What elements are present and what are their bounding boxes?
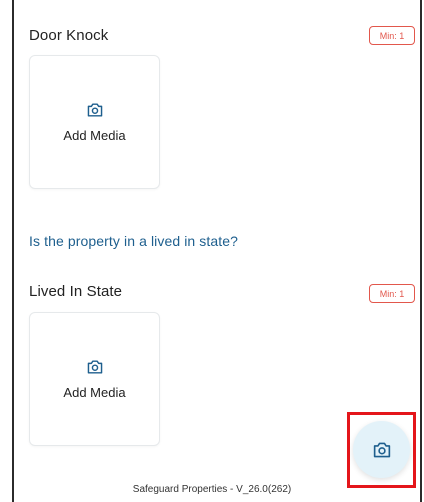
min-badge-door-knock: Min: 1 <box>369 26 415 45</box>
question-lived-in-state: Is the property in a lived in state? <box>29 233 239 249</box>
camera-fab-button[interactable] <box>353 421 410 478</box>
section-title-door-knock: Door Knock <box>29 27 109 44</box>
camera-icon <box>87 102 102 117</box>
section-title-lived-in-state: Lived In State <box>29 283 123 300</box>
add-media-card-door-knock[interactable]: Add Media <box>29 55 160 189</box>
camera-icon <box>373 442 390 457</box>
add-media-label: Add Media <box>63 127 126 143</box>
app-version-footer: Safeguard Properties - V_26.0(262) <box>132 484 292 495</box>
add-media-card-lived-in-state[interactable]: Add Media <box>29 312 160 446</box>
add-media-label: Add Media <box>63 384 126 400</box>
min-badge-lived-in-state: Min: 1 <box>369 284 415 303</box>
camera-icon <box>87 359 102 374</box>
